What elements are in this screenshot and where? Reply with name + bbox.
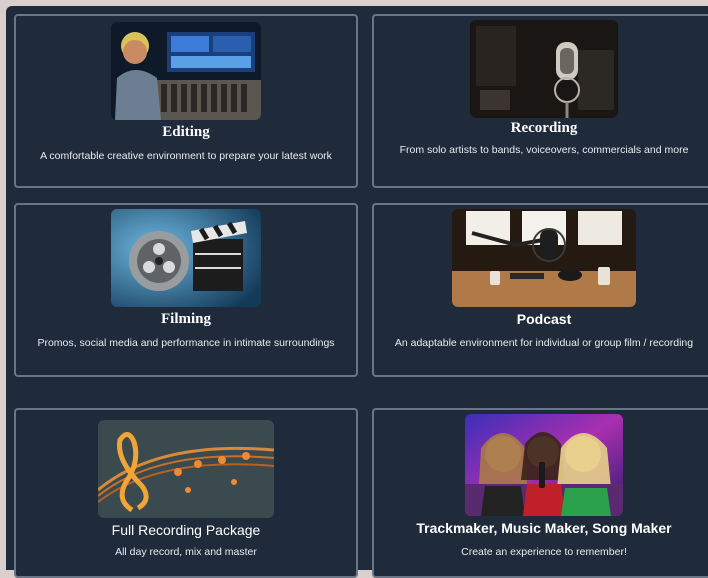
card-description: From solo artists to bands, voiceovers, … bbox=[399, 144, 689, 156]
card-title: Trackmaker, Music Maker, Song Maker bbox=[416, 520, 672, 536]
recording-image-icon bbox=[470, 20, 618, 118]
podcast-image-icon bbox=[452, 209, 636, 307]
card-description: Create an experience to remember! bbox=[461, 546, 627, 558]
card-description: All day record, mix and master bbox=[115, 546, 257, 558]
card-title: Filming bbox=[160, 311, 211, 327]
filming-image-icon bbox=[111, 209, 261, 307]
card-title: Editing bbox=[162, 124, 210, 140]
music-notes-image-icon bbox=[98, 420, 274, 518]
card-filming[interactable]: Filming Promos, social media and perform… bbox=[14, 203, 358, 377]
card-podcast[interactable]: Podcast An adaptable environment for ind… bbox=[372, 203, 708, 377]
card-recording[interactable]: Recording From solo artists to bands, vo… bbox=[372, 14, 708, 188]
card-description: Promos, social media and performance in … bbox=[37, 337, 335, 349]
card-description: A comfortable creative environment to pr… bbox=[40, 150, 332, 162]
card-trackmaker[interactable]: Trackmaker, Music Maker, Song Maker Crea… bbox=[372, 408, 708, 578]
singing-friends-image-icon bbox=[465, 414, 623, 516]
card-full-recording-package[interactable]: Full Recording Package All day record, m… bbox=[14, 408, 358, 578]
card-title: Podcast bbox=[516, 311, 572, 327]
card-title: Recording bbox=[510, 120, 578, 136]
card-description: An adaptable environment for individual … bbox=[394, 337, 694, 349]
card-editing[interactable]: Editing A comfortable creative environme… bbox=[14, 14, 358, 188]
editing-image-icon bbox=[111, 22, 261, 120]
card-title: Full Recording Package bbox=[111, 522, 261, 538]
